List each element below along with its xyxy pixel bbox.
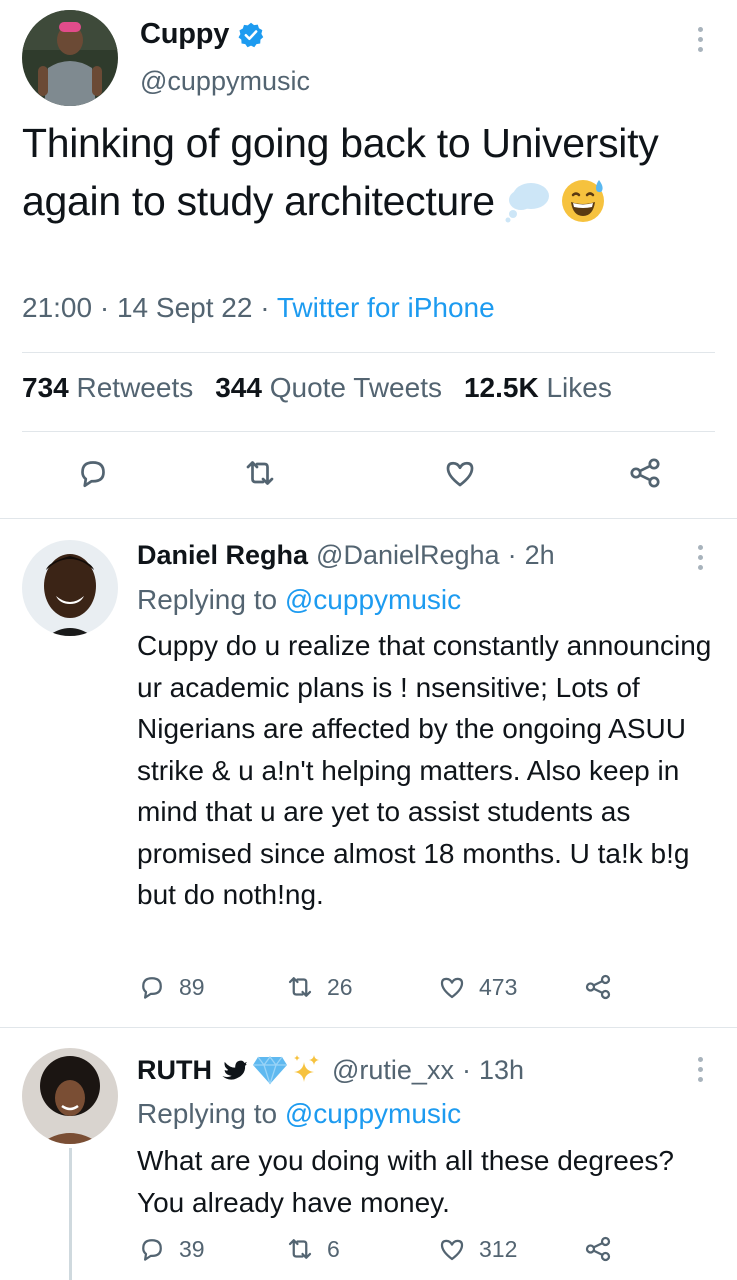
verified-badge-icon (238, 22, 264, 47)
like-icon[interactable] (442, 455, 478, 491)
avatar[interactable] (22, 10, 118, 106)
replying-to-label: Replying to (137, 1098, 278, 1129)
display-name[interactable]: Cuppy (140, 18, 229, 51)
like-button[interactable]: 473 (437, 972, 517, 1002)
retweet-icon (288, 1239, 312, 1259)
reply-count: 39 (179, 1235, 205, 1262)
author-name-row: Cuppy (140, 18, 265, 51)
share-button[interactable] (583, 1234, 613, 1264)
like-icon (440, 1239, 464, 1261)
reply-handle[interactable]: @rutie_xx (332, 1055, 454, 1086)
tweet-text: Thinking of going back to University aga… (22, 114, 722, 230)
like-count: 473 (479, 973, 518, 1000)
main-tweet: Cuppy @cuppymusic Thinking of going back… (0, 0, 737, 520)
reply-time: 2h (524, 540, 555, 570)
gem-emoji (253, 1055, 287, 1085)
reply-action-bar: 89 26 473 (137, 972, 737, 1012)
replying-to-label: Replying to (137, 584, 278, 615)
author-handle[interactable]: @cuppymusic (140, 66, 310, 97)
reply-button[interactable]: 39 (137, 1234, 205, 1264)
retweets-stat[interactable]: 734 Retweets (22, 372, 193, 404)
meta-separator: · (507, 540, 517, 570)
like-count: 312 (479, 1235, 518, 1262)
reply-display-name[interactable]: Daniel Regha (137, 540, 308, 571)
reply-icon (142, 1239, 162, 1261)
grinning-sweat-emoji (561, 180, 604, 223)
share-icon (585, 974, 611, 1000)
reply-display-name[interactable]: RUTH (137, 1055, 212, 1086)
bird-emoji (222, 1060, 247, 1080)
thread-line (69, 1148, 72, 1280)
reply-count: 89 (179, 973, 205, 1000)
share-button[interactable] (583, 972, 613, 1002)
share-icon (585, 1236, 611, 1262)
meta-separator: · (461, 1054, 471, 1085)
divider (22, 431, 715, 432)
share-icon[interactable] (627, 455, 663, 491)
tweet-date: 14 Sept 22 (116, 292, 253, 323)
sparkles-emoji (294, 1055, 319, 1082)
tweet-stats: 734 Retweets 344 Quote Tweets 12.5K Like… (22, 372, 612, 404)
replying-to: Replying to @cuppymusic (137, 584, 461, 616)
tweet-source-link[interactable]: Twitter for iPhone (277, 292, 495, 323)
reply-header: Daniel Regha @DanielRegha · 2h (137, 540, 555, 571)
more-options-icon[interactable] (696, 545, 704, 570)
likes-stat[interactable]: 12.5K Likes (464, 372, 612, 404)
thought-balloon-emoji (505, 183, 549, 223)
more-options-icon[interactable] (696, 1057, 704, 1082)
retweet-icon[interactable] (242, 455, 278, 491)
tweet-action-bar (0, 450, 737, 500)
quote-tweets-stat[interactable]: 344 Quote Tweets (215, 372, 442, 404)
reply-action-bar: 39 6 312 (137, 1234, 737, 1274)
retweet-count: 6 (327, 1235, 340, 1262)
tweet-meta: 21:00 · 14 Sept 22 · Twitter for iPhone (22, 292, 495, 324)
tweet-time: 21:00 (22, 292, 93, 323)
meta-separator: · (99, 292, 110, 323)
meta-separator: · (260, 292, 270, 323)
more-options-icon[interactable] (696, 27, 704, 52)
reply-text: What are you doing with all these degree… (137, 1145, 674, 1218)
reply-icon[interactable] (75, 455, 111, 491)
reply-time: 13h (478, 1054, 525, 1085)
reply-header: RUTH @rutie_xx · 13h (137, 1054, 524, 1086)
retweet-icon (288, 977, 312, 997)
avatar[interactable] (22, 540, 118, 636)
avatar[interactable] (22, 1048, 118, 1144)
replying-to-mention[interactable]: @cuppymusic (285, 1098, 461, 1129)
reply-button[interactable]: 89 (137, 972, 205, 1002)
replying-to: Replying to @cuppymusic (137, 1098, 461, 1130)
divider (22, 352, 715, 353)
reply-tweet: Daniel Regha @DanielRegha · 2h Replying … (0, 520, 737, 1028)
replying-to-mention[interactable]: @cuppymusic (285, 584, 461, 615)
reply-handle[interactable]: @DanielRegha (316, 540, 500, 571)
retweet-button[interactable]: 26 (285, 972, 353, 1002)
divider (0, 518, 737, 519)
retweet-count: 26 (327, 973, 353, 1000)
like-button[interactable]: 312 (437, 1234, 517, 1264)
reply-icon (142, 977, 162, 999)
retweet-button[interactable]: 6 (285, 1234, 340, 1264)
reply-text: Cuppy do u realize that constantly annou… (137, 630, 712, 910)
like-icon (440, 977, 464, 999)
reply-tweet: RUTH @rutie_xx · 13h Replying to @cuppym… (0, 1028, 737, 1280)
